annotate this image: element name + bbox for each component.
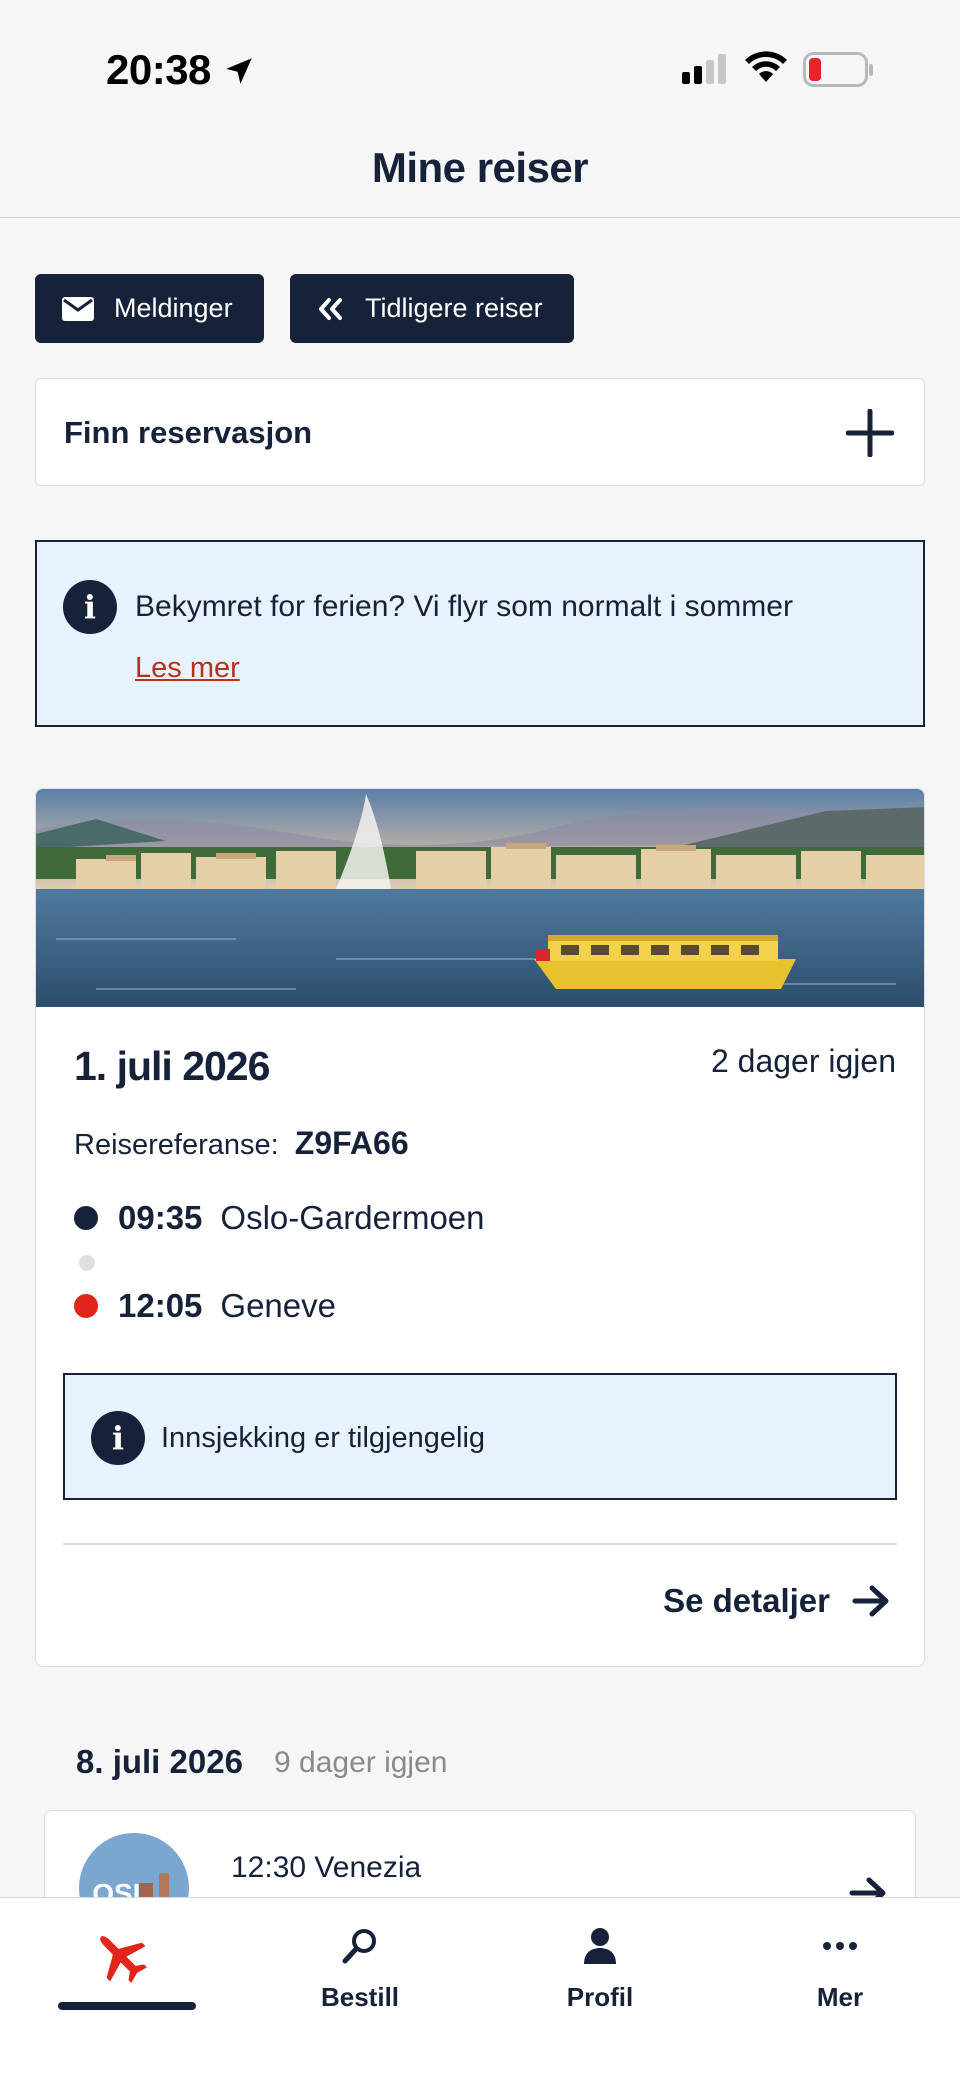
nav-book-label: Bestill: [320, 1982, 400, 2012]
arrival-time: 12:05: [118, 1287, 203, 1324]
alert-text: Bekymret for ferien? Vi flyr som normalt…: [135, 590, 793, 623]
divider: [63, 1543, 897, 1545]
bottom-navigation: Bestill Profil Mer: [0, 1897, 960, 2086]
nav-more-label: Mer: [816, 1982, 864, 2012]
previous-trips-label: Tidligere reiser: [365, 293, 543, 323]
more-icon: [720, 1926, 960, 1966]
trip-card[interactable]: 1. juli 2026 2 dager igjen Reisereferans…: [35, 788, 925, 1667]
active-tab-indicator: [58, 2002, 196, 2010]
trip2-date: 8. juli 2026: [76, 1743, 243, 1780]
battery-low-icon: [803, 52, 873, 87]
see-details-label: Se detaljer: [663, 1582, 830, 1619]
nav-more[interactable]: Mer: [720, 1898, 960, 2048]
departure-time: 09:35: [118, 1199, 203, 1236]
wifi-icon: [745, 51, 787, 82]
arrival-dot-icon: [74, 1294, 98, 1318]
see-details-button[interactable]: Se detaljer: [663, 1582, 890, 1620]
nav-profile[interactable]: Profil: [480, 1898, 720, 2048]
double-chevron-left-icon: [317, 297, 345, 321]
person-icon: [480, 1926, 720, 1966]
status-time: 20:38: [106, 46, 211, 93]
info-icon: i: [91, 1411, 145, 1465]
trip2-days-left: 9 dager igjen: [274, 1746, 448, 1779]
status-bar: 20:38: [0, 0, 960, 130]
days-left: 2 dager igjen: [710, 1043, 896, 1079]
arrow-right-icon: [852, 1585, 890, 1617]
checkin-text: Innsjekking er tilgjengelig: [161, 1422, 486, 1454]
page-title: Mine reiser: [371, 144, 589, 191]
messages-button[interactable]: Meldinger: [35, 274, 264, 343]
find-reservation-panel[interactable]: Finn reservasjon: [35, 378, 925, 486]
plane-icon: [0, 1926, 240, 1986]
messages-label: Meldinger: [114, 293, 233, 323]
trip2-summary: 12:30 Venezia: [231, 1851, 422, 1884]
location-arrow-icon: [226, 58, 252, 84]
read-more-link[interactable]: Les mer: [135, 652, 240, 685]
search-icon: [240, 1926, 480, 1966]
booking-reference: Reisereferanse: Z9FA66: [74, 1125, 409, 1162]
checkin-notice: i Innsjekking er tilgjengelig: [63, 1373, 897, 1500]
departure-stop: 09:35 Oslo-Gardermoen: [74, 1199, 485, 1237]
previous-trips-button[interactable]: Tidligere reiser: [290, 274, 574, 343]
signal-icon: [682, 54, 726, 84]
plus-icon[interactable]: [846, 409, 894, 457]
info-icon: i: [63, 580, 117, 634]
nav-profile-label: Profil: [566, 1982, 634, 2012]
arrival-stop: 12:05 Geneve: [74, 1287, 336, 1325]
destination-photo: [36, 789, 924, 1007]
departure-place: Oslo-Gardermoen: [220, 1199, 485, 1236]
envelope-icon: [62, 296, 94, 321]
reference-code: Z9FA66: [294, 1125, 409, 1161]
reference-label: Reisereferanse:: [74, 1129, 279, 1161]
summer-alert: i Bekymret for ferien? Vi flyr som norma…: [35, 540, 925, 727]
departure-dot-icon: [74, 1206, 98, 1230]
arrival-place: Geneve: [220, 1287, 336, 1324]
trip-date: 1. juli 2026: [74, 1043, 270, 1089]
nav-book[interactable]: Bestill: [240, 1898, 480, 2048]
nav-trips[interactable]: [0, 1898, 240, 2048]
find-reservation-label: Finn reservasjon: [64, 415, 313, 450]
app-header: Mine reiser: [0, 130, 960, 218]
route-connector-dot: [79, 1255, 95, 1271]
